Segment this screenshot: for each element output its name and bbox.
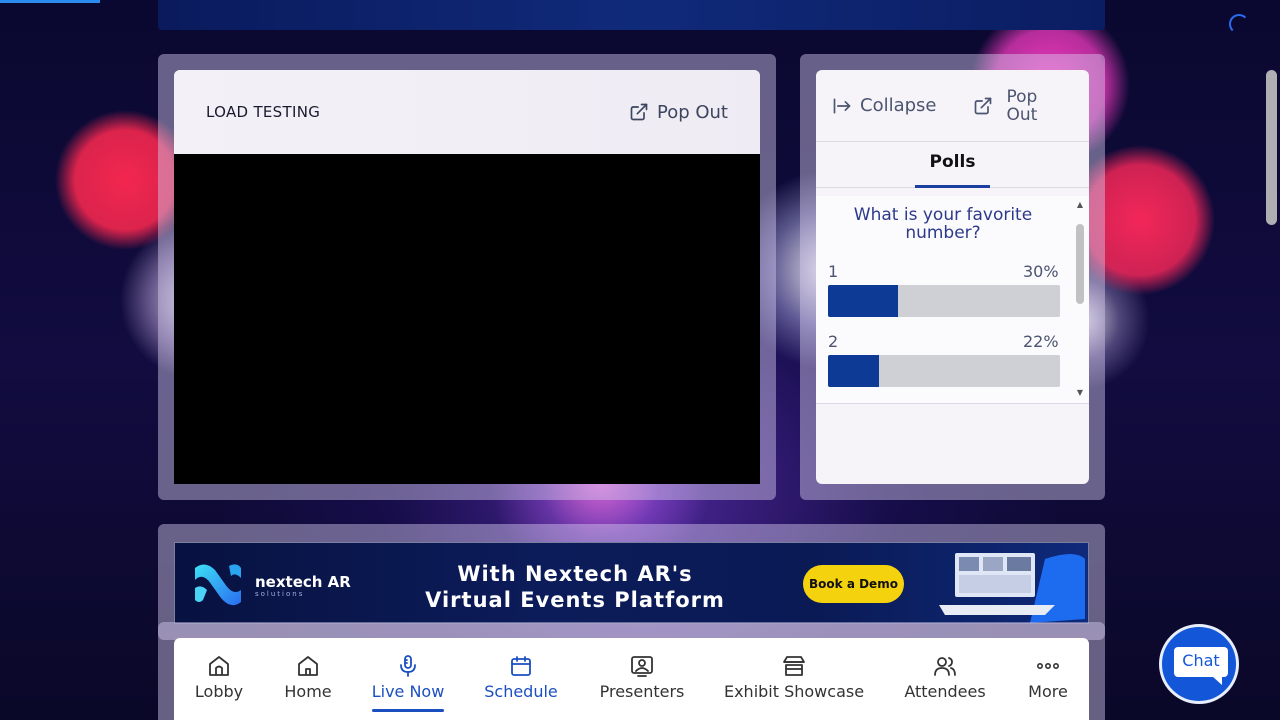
page-scrollbar[interactable]	[1263, 0, 1280, 720]
more-icon	[1036, 663, 1059, 670]
poll-option-bar-fill	[828, 355, 880, 387]
poll-question: What is your favorite number?	[853, 205, 1033, 243]
poll-option-percent: 30%	[1023, 262, 1059, 281]
poll-option-bar	[828, 355, 1060, 387]
scroll-thumb[interactable]	[1076, 224, 1084, 304]
nav-label: Live Now	[371, 682, 445, 701]
nav-label: Lobby	[194, 682, 244, 701]
nav-label: Attendees	[904, 682, 986, 701]
external-link-icon	[630, 103, 648, 121]
calendar-icon	[511, 656, 531, 676]
presenter-icon	[631, 656, 653, 677]
scroll-down-icon[interactable]: ▼	[1075, 388, 1085, 398]
nav-item-schedule[interactable]: Schedule	[482, 654, 560, 714]
top-banner	[158, 0, 1105, 30]
collapse-label: Collapse	[860, 95, 937, 116]
nav-label: Home	[284, 682, 332, 701]
microphone-icon	[400, 655, 416, 677]
ad-brand-subtitle: solutions	[255, 590, 305, 598]
side-popout-button[interactable]: Pop Out	[973, 88, 1038, 124]
video-popout-button[interactable]: Pop Out	[629, 102, 728, 123]
poll-option-bar	[828, 285, 1060, 317]
external-link-icon	[974, 97, 991, 114]
book-demo-button[interactable]: Book a Demo	[803, 565, 904, 603]
tab-polls[interactable]: Polls	[915, 142, 990, 188]
side-panel-tabs: Polls	[816, 142, 1089, 188]
video-title: LOAD TESTING	[206, 103, 321, 121]
side-panel-header: Collapse Pop Out	[816, 70, 1089, 142]
ad-banner[interactable]: nextech AR solutions With Nextech AR's V…	[174, 542, 1089, 624]
collapse-button[interactable]: Collapse	[832, 95, 937, 116]
side-panel: Collapse Pop Out Polls What is your favo…	[816, 70, 1089, 484]
poll-option-bar-fill	[828, 285, 898, 317]
video-popout-label: Pop Out	[656, 101, 728, 123]
attendees-icon	[934, 657, 956, 676]
page-loading-progress	[0, 0, 100, 3]
nav-label: Presenters	[599, 682, 685, 701]
home-icon	[298, 656, 318, 676]
scroll-up-icon[interactable]: ▲	[1075, 200, 1085, 210]
nav-label: More	[1028, 682, 1068, 701]
chat-button[interactable]: Chat	[1159, 624, 1239, 704]
ad-brand-name: nextech AR	[255, 573, 351, 591]
nav-item-attendees[interactable]: Attendees	[904, 654, 986, 714]
video-header: LOAD TESTING Pop Out	[174, 70, 760, 154]
ad-tagline-line1: With Nextech AR's	[457, 562, 693, 586]
device-mockup-icon	[939, 553, 1085, 623]
side-popout-label-line1: Pop	[1006, 86, 1038, 107]
side-popout-label: Pop Out	[1007, 88, 1038, 124]
bottom-nav: Lobby Home Live Now Schedule Presenters …	[174, 638, 1089, 720]
loading-spinner-icon	[1229, 14, 1249, 34]
nav-label: Exhibit Showcase	[723, 682, 865, 701]
nav-item-live-now[interactable]: Live Now	[372, 654, 444, 714]
video-player[interactable]	[174, 154, 760, 484]
nav-item-presenters[interactable]: Presenters	[598, 654, 686, 714]
lobby-icon	[209, 656, 229, 676]
side-popout-label-line2: Out	[1006, 104, 1038, 125]
video-card: LOAD TESTING Pop Out	[174, 70, 760, 484]
nextech-logo-icon	[195, 564, 241, 606]
page-scroll-thumb[interactable]	[1266, 70, 1277, 225]
poll-option-label: 2	[828, 332, 839, 351]
booth-icon	[783, 656, 805, 676]
poll-results: What is your favorite number? 1 30% 2 22…	[816, 196, 1089, 404]
poll-option-percent: 22%	[1023, 332, 1059, 351]
nav-item-home[interactable]: Home	[282, 654, 334, 714]
poll-option-label: 1	[828, 262, 839, 281]
ad-tagline-line2: Virtual Events Platform	[425, 588, 725, 612]
nav-label: Schedule	[484, 682, 558, 701]
collapse-arrow-icon	[833, 98, 851, 113]
nav-item-lobby[interactable]: Lobby	[194, 654, 244, 714]
ad-tagline: With Nextech AR's Virtual Events Platfor…	[425, 561, 725, 613]
poll-scrollbar[interactable]: ▲ ▼	[1075, 200, 1085, 398]
chat-label: Chat	[1174, 647, 1228, 685]
nav-item-more[interactable]: More	[1026, 654, 1070, 714]
nav-item-exhibit-showcase[interactable]: Exhibit Showcase	[724, 654, 864, 714]
